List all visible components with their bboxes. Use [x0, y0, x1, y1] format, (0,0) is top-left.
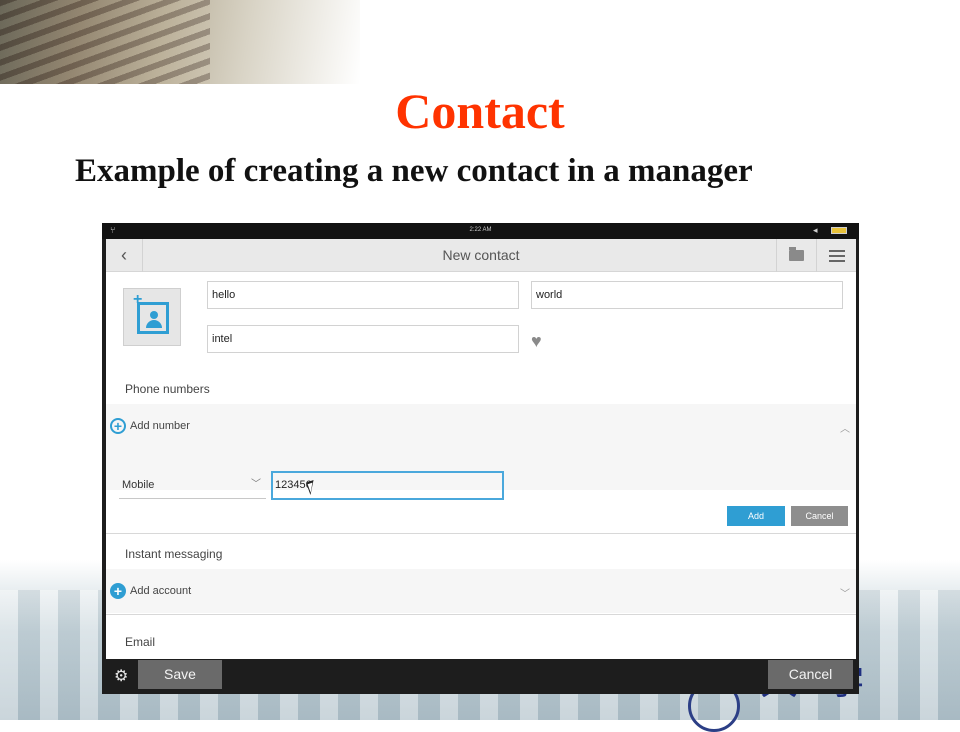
- im-section-label: Instant messaging: [125, 547, 223, 561]
- add-account-button[interactable]: + Add account: [110, 580, 191, 602]
- folder-icon[interactable]: [776, 239, 815, 272]
- volume-icon: ◂: [813, 225, 818, 235]
- im-section-band: [106, 569, 856, 613]
- email-section-label: Email: [125, 635, 156, 649]
- heart-icon[interactable]: ♥: [531, 332, 551, 350]
- app-bar-title: New contact: [442, 247, 520, 263]
- new-contact-screen: ‹ New contact + hello world intel ♥ Phon…: [106, 239, 856, 659]
- device-screenshot: ⑂ 2:22 AM ◂ ‹ New contact + hello world …: [102, 223, 859, 694]
- status-time: 2:22 AM: [469, 227, 492, 233]
- list-menu-icon[interactable]: [816, 239, 856, 272]
- phone-number-input[interactable]: 123456: [271, 471, 504, 500]
- last-name-field[interactable]: world: [531, 281, 843, 309]
- status-bar: ⑂ 2:22 AM ◂: [102, 223, 859, 239]
- slide-title: Contact: [395, 83, 565, 139]
- add-account-label: Add account: [130, 585, 192, 597]
- company-field[interactable]: intel: [207, 325, 519, 353]
- battery-icon: [831, 227, 847, 234]
- add-phone-button[interactable]: Add: [727, 506, 785, 526]
- phone-type-select[interactable]: Mobile ﹀: [119, 475, 266, 499]
- save-button[interactable]: Save: [138, 660, 222, 689]
- add-circle-icon: +: [110, 418, 126, 435]
- chevron-down-icon: ﹀: [251, 479, 261, 490]
- section-divider: [106, 533, 856, 534]
- chevron-down-icon[interactable]: ﹀: [840, 585, 850, 600]
- chevron-up-icon[interactable]: ︿: [840, 420, 850, 435]
- cancel-button[interactable]: Cancel: [768, 660, 853, 689]
- add-number-label: Add number: [130, 420, 190, 432]
- cancel-phone-button[interactable]: Cancel: [791, 506, 848, 526]
- add-circle-icon: +: [110, 583, 126, 600]
- slide-subtitle: Example of creating a new contact in a m…: [75, 153, 753, 189]
- app-bar: ‹ New contact: [106, 239, 856, 272]
- gear-icon[interactable]: ⚙: [114, 666, 128, 686]
- section-divider: [106, 614, 856, 615]
- phone-section-label: Phone numbers: [125, 382, 210, 396]
- add-number-button[interactable]: + Add number: [110, 415, 190, 437]
- bottom-action-bar: ⚙ Save Cancel: [102, 659, 859, 694]
- add-contact-photo-icon[interactable]: +: [123, 288, 181, 346]
- slide-header-photo: [0, 0, 360, 84]
- phone-type-value: Mobile: [122, 479, 155, 491]
- first-name-field[interactable]: hello: [207, 281, 519, 309]
